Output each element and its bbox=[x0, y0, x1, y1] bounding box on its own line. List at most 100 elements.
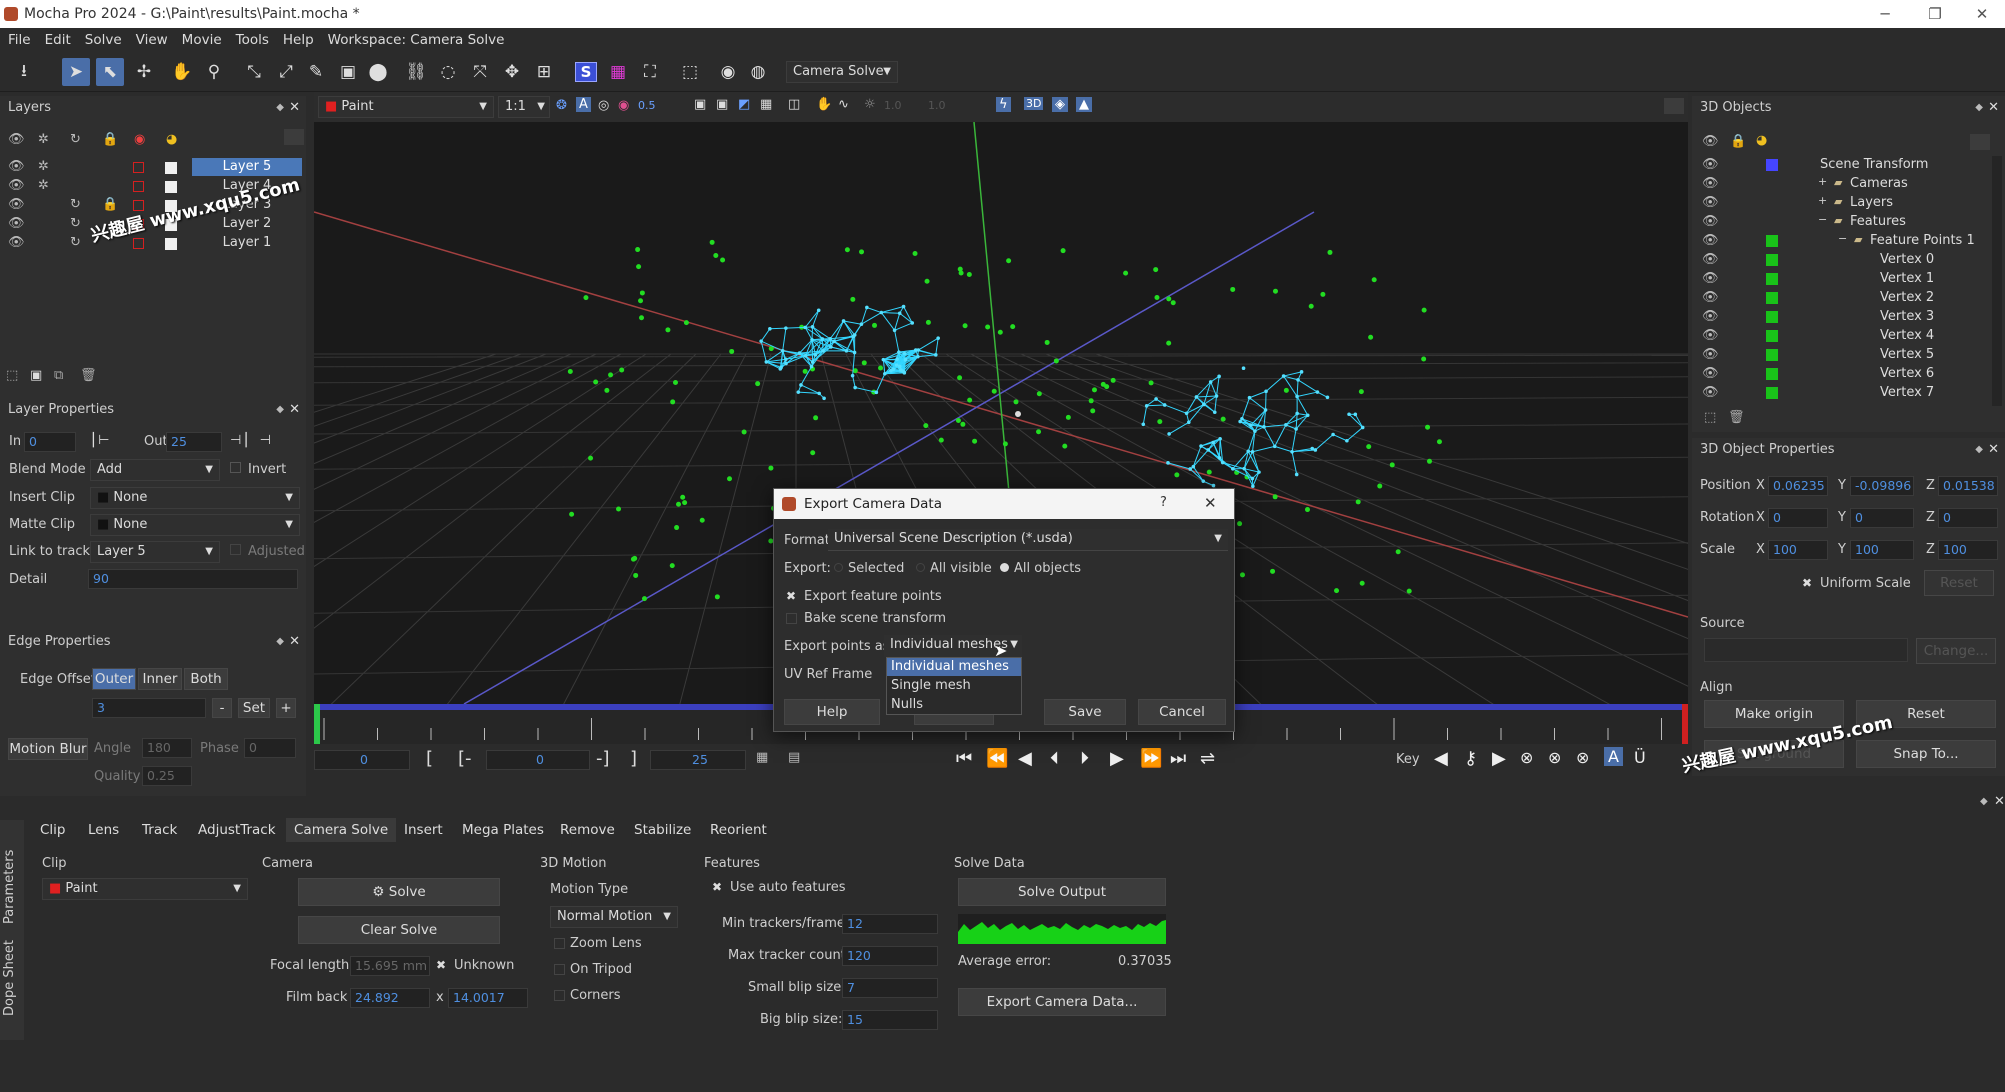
go-in-button[interactable]: [- bbox=[458, 748, 472, 769]
quality-input[interactable]: 0.25 bbox=[142, 766, 192, 786]
motion-blur-button[interactable]: Motion Blur bbox=[8, 738, 88, 760]
in-input[interactable]: 0 bbox=[24, 432, 76, 452]
prev-keyframe-icon[interactable]: ◀ bbox=[1434, 748, 1448, 769]
pin-icon[interactable]: ◆ bbox=[276, 630, 284, 654]
insert-clip-select[interactable]: ■ None ▼ bbox=[90, 487, 300, 509]
menu-edit[interactable]: Edit bbox=[45, 32, 71, 48]
minus-button[interactable]: - bbox=[212, 698, 232, 718]
uniform-scale-checkbox[interactable]: ✖ bbox=[1802, 576, 1812, 590]
refresh-icon[interactable]: ↻ bbox=[70, 197, 81, 212]
bake-transform-checkbox[interactable] bbox=[786, 613, 797, 624]
first-frame-icon[interactable]: ⏮ bbox=[956, 748, 972, 769]
current-frame-input[interactable]: 0 bbox=[486, 750, 590, 770]
clip-select[interactable]: ■ Paint ▼ bbox=[318, 96, 494, 118]
scale-y-input[interactable]: 100 bbox=[1850, 540, 1914, 560]
focal-length-input[interactable]: 15.695 mm bbox=[350, 956, 430, 976]
autokey-icon[interactable]: A bbox=[1604, 747, 1623, 766]
use-auto-features-checkbox[interactable]: ✖ bbox=[712, 880, 722, 894]
visibility-eye-icon[interactable]: 👁 bbox=[1702, 233, 1719, 248]
cog-icon[interactable]: ✲ bbox=[38, 159, 49, 174]
visibility-eye-icon[interactable]: 👁 bbox=[8, 197, 25, 212]
link-icon[interactable]: ⛓ bbox=[402, 58, 430, 86]
reset-scale-button[interactable]: Reset bbox=[1924, 570, 1994, 596]
tree-row[interactable]: 👁 Vertex 0 bbox=[1692, 251, 1992, 270]
scale-z-input[interactable]: 100 bbox=[1938, 540, 1998, 560]
layer-matte-swatch[interactable] bbox=[165, 162, 177, 174]
brush-icon[interactable]: ✎ bbox=[302, 58, 330, 86]
big-blip-input[interactable]: 15 bbox=[842, 1010, 938, 1030]
film-back-height-input[interactable]: 14.0017 bbox=[448, 988, 528, 1008]
visibility-eye-icon[interactable]: 👁 bbox=[1702, 176, 1719, 191]
step-forward-icon[interactable]: ⏵ bbox=[1080, 748, 1089, 769]
brightness-value[interactable]: 1.0 bbox=[884, 99, 902, 112]
view2-icon[interactable]: ▣ bbox=[716, 97, 728, 112]
close-button[interactable]: ✕ bbox=[1959, 0, 2005, 28]
select-points-icon[interactable]: ⬉ bbox=[96, 58, 124, 86]
menu-solve[interactable]: Solve bbox=[85, 32, 122, 48]
add-point-icon[interactable]: ✢ bbox=[130, 58, 158, 86]
detail-slider[interactable]: 90 bbox=[88, 569, 298, 589]
tree-row[interactable]: 👁 − ▰ Features bbox=[1692, 213, 1992, 232]
film-icon[interactable]: ▤ bbox=[788, 750, 800, 765]
select-arrow-icon[interactable]: ➤ bbox=[62, 58, 90, 86]
tab-clip[interactable]: Clip bbox=[32, 818, 74, 842]
menu-help[interactable]: Help bbox=[283, 32, 314, 48]
delete-key-icon[interactable]: ⊗ bbox=[1520, 748, 1533, 767]
both-button[interactable]: Both bbox=[184, 668, 228, 690]
expand-toggle-icon[interactable]: − bbox=[1818, 213, 1827, 226]
out-input[interactable]: 25 bbox=[166, 432, 222, 452]
view4-icon[interactable]: ▦ bbox=[760, 97, 772, 112]
source-field[interactable] bbox=[1704, 638, 1908, 662]
mark-in-button[interactable]: [ bbox=[426, 748, 433, 769]
close-icon[interactable]: ✕ bbox=[289, 398, 300, 422]
tab-adjusttrack[interactable]: AdjustTrack bbox=[190, 818, 284, 842]
viewer-menu-icon[interactable] bbox=[1664, 98, 1684, 114]
panel-menu-icon[interactable] bbox=[1970, 134, 1990, 150]
clear-solve-button[interactable]: Clear Solve bbox=[298, 916, 500, 944]
dialog-help-btn[interactable]: Help bbox=[784, 699, 880, 725]
rotation-x-input[interactable]: 0 bbox=[1768, 508, 1828, 528]
angle-input[interactable]: 180 bbox=[142, 738, 192, 758]
expand-toggle-icon[interactable]: + bbox=[1818, 175, 1827, 188]
change-button[interactable]: Change... bbox=[1916, 638, 1996, 664]
zoom-lens-checkbox[interactable] bbox=[554, 938, 565, 949]
mark-out-button[interactable]: ] bbox=[630, 748, 637, 769]
plus-button[interactable]: + bbox=[276, 698, 296, 718]
transform-icon[interactable]: ⤧ bbox=[466, 58, 494, 86]
layer-color-swatch[interactable] bbox=[133, 238, 144, 249]
layer-row[interactable]: 👁 ↻ Layer 1 bbox=[0, 234, 306, 253]
visibility-eye-icon[interactable]: 👁 bbox=[8, 178, 25, 193]
menu-view[interactable]: View bbox=[136, 32, 168, 48]
channels-icon[interactable]: ❂ bbox=[556, 98, 567, 113]
object-color-swatch[interactable] bbox=[1766, 368, 1778, 380]
ellipse-tool-icon[interactable]: ⬤ bbox=[364, 58, 392, 86]
track-icon[interactable]: ✋ bbox=[816, 97, 832, 112]
edge-offset-input[interactable]: 3 bbox=[92, 698, 206, 718]
bezier-icon[interactable]: ⤢ bbox=[272, 58, 300, 86]
close-icon[interactable]: ✕ bbox=[289, 630, 300, 654]
small-blip-input[interactable]: 7 bbox=[842, 978, 938, 998]
image-icon[interactable]: ▲ bbox=[1076, 97, 1092, 112]
view3-icon[interactable]: ◩ bbox=[738, 97, 750, 112]
set-out-icon[interactable]: ⊣ ▏ ⊣ bbox=[230, 433, 271, 448]
tab-insert[interactable]: Insert bbox=[396, 818, 451, 842]
tree-row[interactable]: 👁 Vertex 2 bbox=[1692, 289, 1992, 308]
calendar-icon[interactable]: ▦ bbox=[756, 750, 768, 765]
mesh-icon[interactable]: ⛶ bbox=[636, 58, 664, 86]
min-trackers-input[interactable]: 12 bbox=[842, 914, 938, 934]
menu-tools[interactable]: Tools bbox=[236, 32, 269, 48]
opacity-value[interactable]: 0.5 bbox=[638, 99, 656, 112]
zoom-select[interactable]: 1:1 ▼ bbox=[498, 96, 550, 118]
visibility-eye-icon[interactable]: 👁 bbox=[1702, 290, 1719, 305]
param-clip-select[interactable]: ■ Paint ▼ bbox=[42, 878, 248, 900]
duplicate-icon[interactable]: ⧉ bbox=[54, 368, 63, 383]
overlay-icon[interactable]: ◎ bbox=[598, 98, 609, 113]
lasso-icon[interactable]: ◌ bbox=[434, 58, 462, 86]
expand-toggle-icon[interactable]: + bbox=[1818, 194, 1827, 207]
trash-icon[interactable]: 🗑 bbox=[80, 368, 97, 383]
3d-view-icon[interactable]: 3D bbox=[1024, 97, 1044, 110]
option-single-mesh[interactable]: Single mesh bbox=[887, 676, 1021, 695]
tree-row[interactable]: 👁 − ▰ Feature Points 1 bbox=[1692, 232, 1992, 251]
trash-icon[interactable]: 🗑 bbox=[1728, 410, 1745, 425]
layer-name[interactable]: Layer 1 bbox=[192, 234, 302, 252]
